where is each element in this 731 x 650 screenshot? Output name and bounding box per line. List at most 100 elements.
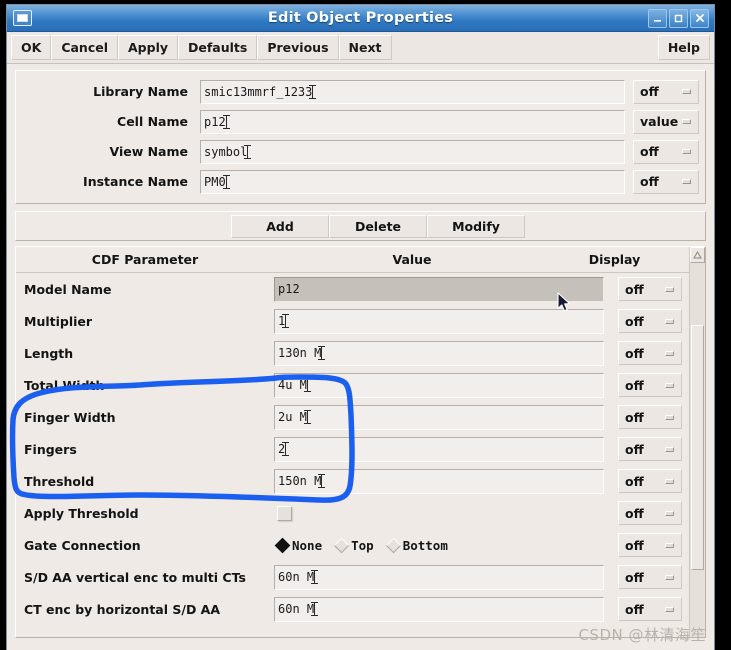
next-button[interactable]: Next (338, 35, 392, 60)
param-display-cell: off (604, 533, 689, 557)
chevron-down-icon (682, 149, 691, 154)
radio-option-none[interactable]: None (274, 537, 322, 553)
instance-name-row: Instance Name PM0 off (22, 168, 699, 195)
display-dropdown[interactable]: off (618, 309, 682, 333)
display-value: off (625, 473, 644, 489)
display-dropdown[interactable]: off (618, 405, 682, 429)
scroll-up-arrow-icon[interactable] (690, 247, 705, 263)
chevron-down-icon (665, 606, 674, 612)
ok-button[interactable]: OK (11, 35, 52, 60)
modify-button[interactable]: Modify (427, 214, 525, 238)
cdf-parameter-panel: CDF Parameter Value Display Model Name p… (15, 246, 706, 638)
display-value: off (625, 281, 644, 297)
param-value-input[interactable]: 1 (274, 308, 604, 334)
view-name-display-dropdown[interactable]: off (633, 139, 699, 164)
table-row: CT enc by horizontal S/D AA 60n M off (16, 593, 689, 625)
param-display-cell: off (604, 341, 689, 365)
display-value: off (625, 409, 644, 425)
param-value-input[interactable]: 150n M (274, 468, 604, 494)
param-value-input[interactable]: 4u M (274, 372, 604, 398)
display-value: off (625, 505, 644, 521)
display-dropdown[interactable]: off (618, 373, 682, 397)
cell-name-input[interactable]: p12 (200, 109, 625, 134)
chevron-down-icon (682, 179, 691, 184)
param-label: Threshold (24, 473, 95, 489)
cell-name-display-dropdown[interactable]: value (633, 109, 699, 134)
radio-label: Top (351, 537, 374, 553)
chevron-down-icon (665, 286, 674, 292)
cell-name-row: Cell Name p12 value (22, 108, 699, 135)
radio-diamond-icon (274, 537, 291, 553)
library-name-display-value: off (640, 84, 659, 99)
text-caret (282, 442, 290, 456)
display-dropdown[interactable]: off (618, 277, 682, 301)
table-row: Multiplier 1 off (16, 305, 689, 337)
cell-name-value: p12 (204, 114, 226, 129)
radio-label: Bottom (402, 537, 448, 553)
minimize-icon[interactable] (648, 8, 667, 28)
cell-name-label: Cell Name (117, 114, 188, 129)
param-value-input[interactable]: 2u M (274, 404, 604, 430)
table-row: Fingers 2 off (16, 433, 689, 465)
previous-button[interactable]: Previous (257, 35, 339, 60)
cdf-parameter-list: CDF Parameter Value Display Model Name p… (16, 247, 689, 637)
param-label: Length (24, 345, 74, 361)
maximize-icon[interactable] (669, 8, 688, 28)
display-dropdown[interactable]: off (618, 597, 682, 621)
param-display-cell: off (604, 405, 689, 429)
library-name-input[interactable]: smic13mmrf_1233 (200, 79, 625, 104)
display-dropdown[interactable]: off (618, 469, 682, 493)
help-button[interactable]: Help (657, 35, 710, 60)
text-caret (244, 144, 252, 159)
display-dropdown[interactable]: off (618, 565, 682, 589)
apply-threshold-checkbox[interactable] (277, 505, 292, 521)
view-name-display-value: off (640, 144, 659, 159)
param-value-input[interactable]: 60n M (274, 564, 604, 590)
table-row: Apply Threshold off (16, 497, 689, 529)
param-display-cell: off (604, 501, 689, 525)
text-caret (311, 602, 319, 616)
radio-diamond-icon (385, 537, 401, 553)
display-dropdown[interactable]: off (618, 341, 682, 365)
instance-name-display-dropdown[interactable]: off (633, 169, 699, 194)
scroll-thumb[interactable] (691, 325, 704, 570)
param-label: Apply Threshold (24, 505, 139, 521)
chevron-down-icon (665, 446, 674, 452)
radio-option-top[interactable]: Top (333, 537, 374, 553)
view-name-value: symbol (204, 144, 248, 159)
display-value: off (625, 537, 644, 553)
param-label: Multiplier (24, 313, 93, 329)
title-bar[interactable]: Edit Object Properties (7, 5, 714, 32)
column-header-parameter: CDF Parameter (91, 252, 199, 267)
display-dropdown[interactable]: off (618, 533, 682, 557)
radio-option-bottom[interactable]: Bottom (385, 537, 448, 553)
library-name-display-dropdown[interactable]: off (633, 79, 699, 104)
chevron-down-icon (665, 382, 674, 388)
display-dropdown[interactable]: off (618, 501, 682, 525)
param-display-cell: off (604, 373, 689, 397)
display-value: off (625, 377, 644, 393)
vertical-scrollbar[interactable] (689, 247, 705, 637)
display-dropdown[interactable]: off (618, 437, 682, 461)
display-value: off (625, 313, 644, 329)
view-name-input[interactable]: symbol (200, 139, 625, 164)
param-value-input[interactable]: 2 (274, 436, 604, 462)
parameter-edit-bar: Add Delete Modify (15, 211, 706, 241)
param-value-readonly: p12 (274, 276, 604, 302)
apply-button[interactable]: Apply (118, 35, 179, 60)
param-value-input[interactable]: 60n M (274, 596, 604, 622)
chevron-down-icon (682, 89, 691, 94)
defaults-button[interactable]: Defaults (178, 35, 258, 60)
close-icon[interactable] (690, 8, 709, 28)
param-value-input[interactable]: 130n M (274, 340, 604, 366)
instance-name-display-value: off (640, 174, 659, 189)
window-controls (648, 8, 711, 28)
chevron-down-icon (665, 478, 674, 484)
chevron-down-icon (682, 119, 691, 124)
delete-button[interactable]: Delete (329, 214, 427, 238)
gate-connection-radio-group: None Top Bottom (274, 537, 448, 553)
cancel-button[interactable]: Cancel (51, 35, 118, 60)
instance-name-input[interactable]: PM0 (200, 169, 625, 194)
add-button[interactable]: Add (231, 214, 329, 238)
param-display-cell: off (604, 277, 689, 301)
